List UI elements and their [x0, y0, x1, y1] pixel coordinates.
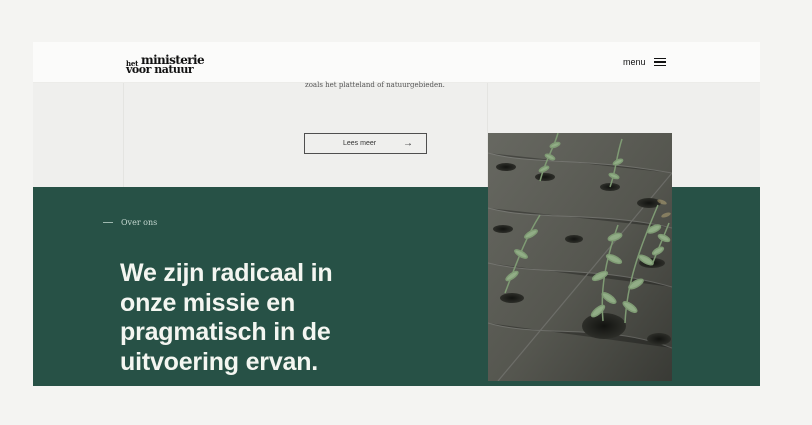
- intro-text: zoals het platteland of natuurgebieden.: [305, 81, 445, 89]
- plant-photo: [488, 133, 672, 381]
- hamburger-icon: [653, 57, 666, 67]
- section-line: [103, 222, 113, 223]
- page: het ministerie voor natuur menu zoals he…: [0, 0, 812, 425]
- site-logo[interactable]: het ministerie voor natuur: [126, 54, 214, 76]
- about-label: Over ons: [121, 218, 158, 227]
- arrow-right-icon: →: [403, 137, 413, 149]
- logo-bottom-word: voor natuur: [126, 63, 194, 76]
- plant-photo-illustration: [488, 133, 672, 381]
- website-frame: het ministerie voor natuur menu zoals he…: [33, 42, 760, 386]
- site-header: het ministerie voor natuur menu: [33, 42, 760, 83]
- menu-label: menu: [623, 57, 646, 67]
- read-more-button[interactable]: Lees meer →: [304, 133, 427, 154]
- menu-button[interactable]: menu: [623, 57, 666, 67]
- about-headline: We zijn radicaal in onze missie en pragm…: [120, 259, 333, 376]
- section-label: Over ons: [103, 218, 157, 227]
- read-more-label: Lees meer: [343, 140, 377, 147]
